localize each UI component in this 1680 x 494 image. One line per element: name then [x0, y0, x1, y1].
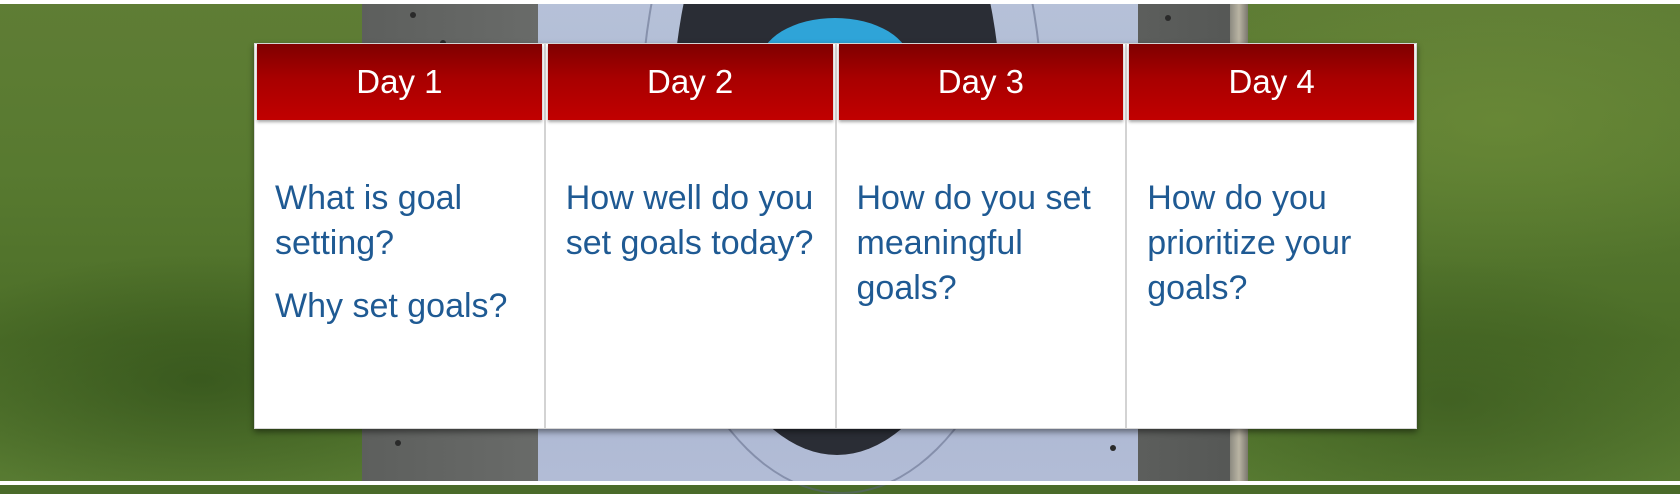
question-text: How well do you set goals today? — [565, 179, 814, 262]
board-hole — [1110, 445, 1116, 451]
day-column: Day 4 How do you prioritize your goals? — [1127, 44, 1416, 428]
day-questions: How do you set meaningful goals? — [837, 120, 1126, 329]
day-questions: How well do you set goals today? — [546, 120, 835, 284]
board-hole — [1165, 15, 1171, 21]
day-column: Day 2 How well do you set goals today? — [546, 44, 837, 428]
board-hole — [395, 440, 401, 446]
question-text: Why set goals? — [275, 287, 508, 325]
day-header: Day 3 — [838, 44, 1124, 120]
day-questions: What is goal setting? Why set goals? — [255, 120, 544, 347]
top-border — [0, 0, 1680, 4]
day-header: Day 1 — [257, 44, 542, 120]
question-text: How do you prioritize your goals? — [1147, 179, 1352, 307]
schedule-table: Day 1 What is goal setting? Why set goal… — [254, 43, 1417, 429]
day-column: Day 1 What is goal setting? Why set goal… — [255, 44, 546, 428]
day-questions: How do you prioritize your goals? — [1127, 120, 1416, 329]
question-text: How do you set meaningful goals? — [856, 179, 1091, 307]
day-header: Day 4 — [1129, 44, 1414, 120]
day-column: Day 3 How do you set meaningful goals? — [837, 44, 1128, 428]
question-text: What is goal setting? — [275, 179, 463, 262]
board-hole — [410, 12, 416, 18]
bottom-border — [0, 481, 1680, 485]
day-header: Day 2 — [547, 44, 833, 120]
